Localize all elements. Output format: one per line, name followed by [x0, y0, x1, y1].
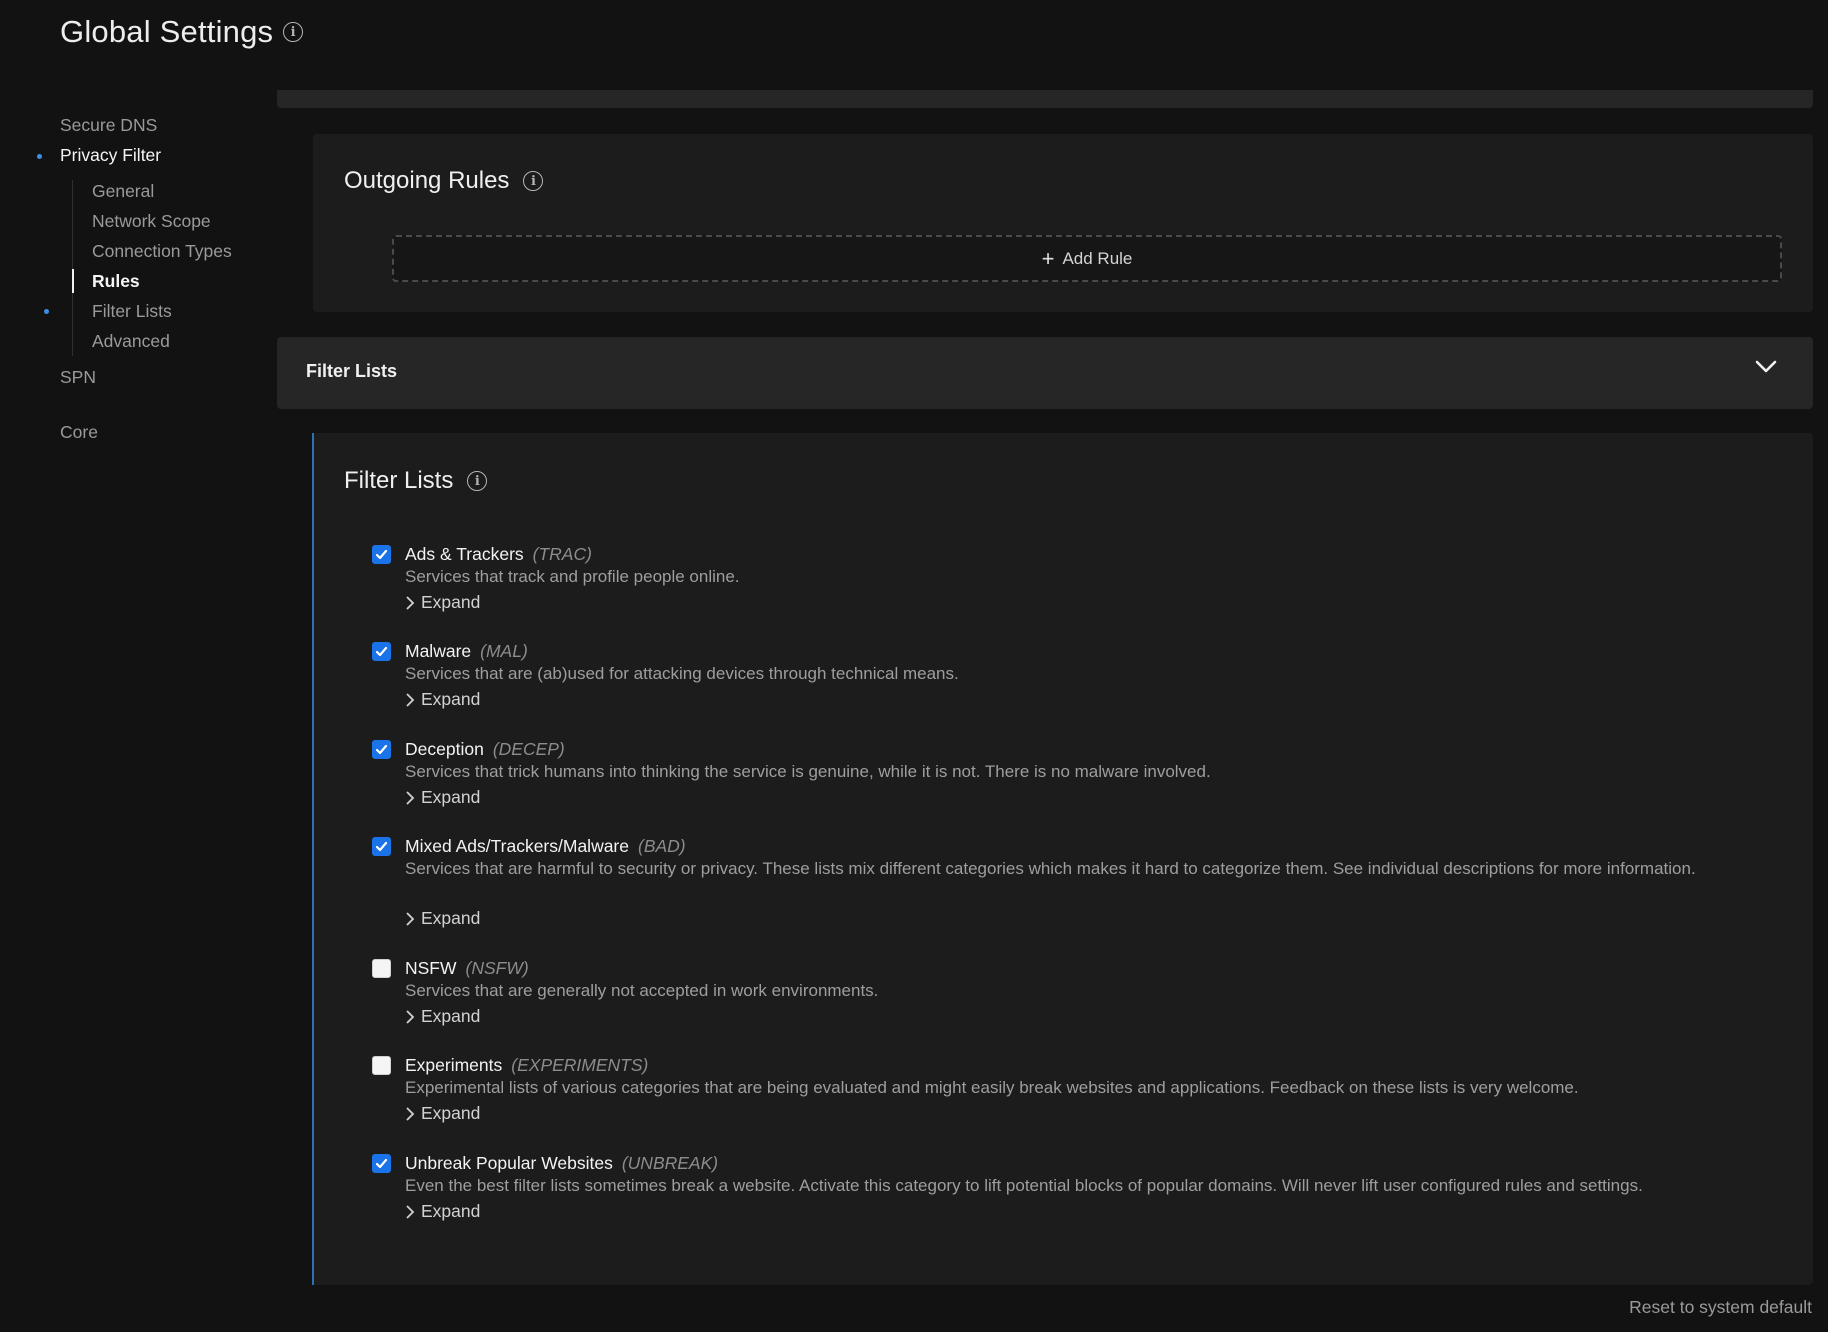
expand-label: Expand [421, 1006, 481, 1026]
filter-list-code: (NSFW) [465, 958, 529, 978]
filter-lists-title-text: Filter Lists [344, 467, 454, 494]
sidebar-subitem-advanced[interactable]: Advanced [92, 331, 170, 352]
filter-list-checkbox[interactable] [372, 642, 391, 661]
outgoing-rules-title-text: Outgoing Rules [344, 167, 510, 194]
filter-list-code: (MAL) [480, 641, 528, 661]
expand-toggle[interactable]: Expand [405, 1103, 480, 1124]
info-icon[interactable]: i [467, 471, 488, 491]
filter-lists-accordion[interactable]: Filter Lists [277, 337, 1813, 409]
chevron-right-icon [406, 1009, 415, 1024]
expand-label: Expand [421, 1103, 481, 1123]
filter-list-name-row: Experiments (EXPERIMENTS) [405, 1055, 648, 1076]
filter-list-name: Deception [405, 739, 484, 759]
add-rule-label: Add Rule [1062, 248, 1133, 268]
sidebar-subitem-connection-types[interactable]: Connection Types [92, 241, 232, 262]
expand-toggle[interactable]: Expand [405, 1201, 480, 1222]
section-highlight-border [312, 433, 314, 1285]
expand-label: Expand [421, 689, 481, 709]
sidebar-subitem-filter-lists[interactable]: Filter Lists [92, 301, 172, 322]
filter-list-name-row: Ads & Trackers (TRAC) [405, 544, 592, 565]
expand-label: Expand [421, 1201, 481, 1221]
reset-to-default-button[interactable]: Reset to system default [1629, 1297, 1812, 1318]
filter-list-description: Services that trick humans into thinking… [405, 762, 1211, 781]
expand-toggle[interactable]: Expand [405, 908, 480, 929]
filter-list-description: Services that are harmful to security or… [405, 859, 1696, 878]
filter-list-description: Services that are generally not accepted… [405, 981, 879, 1000]
checkmark-icon [375, 744, 388, 755]
chevron-right-icon [406, 692, 415, 707]
filter-list-checkbox[interactable] [372, 837, 391, 856]
previous-section-footer [277, 90, 1813, 108]
filter-list-description: Services that are (ab)used for attacking… [405, 664, 959, 683]
subnav-divider [72, 180, 73, 356]
filter-list-name: NSFW [405, 958, 457, 978]
chevron-right-icon [406, 595, 415, 610]
sidebar-item-spn[interactable]: SPN [60, 367, 96, 388]
filter-list-name-row: Mixed Ads/Trackers/Malware (BAD) [405, 836, 686, 857]
sidebar-subitem-network-scope[interactable]: Network Scope [92, 211, 211, 232]
global-settings-page: Global Settings i Secure DNS Privacy Fil… [0, 0, 1828, 1332]
filter-list-checkbox[interactable] [372, 1056, 391, 1075]
outgoing-rules-title: Outgoing Rules i [344, 167, 544, 195]
chevron-right-icon [406, 1106, 415, 1121]
filter-list-code: (BAD) [638, 836, 686, 856]
expand-label: Expand [421, 908, 481, 928]
sidebar-subitem-rules[interactable]: Rules [92, 271, 140, 292]
info-icon[interactable]: i [523, 171, 544, 191]
filter-list-name: Experiments [405, 1055, 503, 1075]
expand-toggle[interactable]: Expand [405, 787, 480, 808]
filter-list-code: (UNBREAK) [621, 1153, 719, 1173]
filter-list-name-row: NSFW (NSFW) [405, 958, 529, 979]
subnav-active-indicator [72, 269, 74, 293]
chevron-right-icon [406, 911, 415, 926]
filter-list-description: Services that track and profile people o… [405, 567, 740, 586]
filter-list-checkbox[interactable] [372, 545, 391, 564]
filter-list-name: Malware [405, 641, 472, 661]
filter-list-name: Ads & Trackers [405, 544, 524, 564]
plus-icon: + [1041, 245, 1055, 271]
sidebar-item-core[interactable]: Core [60, 422, 98, 443]
sidebar-item-privacy-filter[interactable]: Privacy Filter [60, 145, 161, 166]
checkmark-icon [375, 841, 388, 852]
expand-toggle[interactable]: Expand [405, 1006, 480, 1027]
filter-lists-dot-icon [44, 309, 49, 314]
filter-list-name-row: Deception (DECEP) [405, 739, 565, 760]
filter-list-name-row: Malware (MAL) [405, 641, 528, 662]
filter-lists-title: Filter Lists i [344, 467, 488, 495]
add-rule-button[interactable]: + Add Rule [392, 235, 1782, 282]
checkmark-icon [375, 646, 388, 657]
filter-list-description: Experimental lists of various categories… [405, 1078, 1579, 1097]
expand-toggle[interactable]: Expand [405, 592, 480, 613]
accordion-label: Filter Lists [306, 361, 398, 381]
chevron-down-icon[interactable] [1755, 355, 1777, 377]
sidebar-item-secure-dns[interactable]: Secure DNS [60, 115, 157, 136]
chevron-right-icon [406, 1204, 415, 1219]
filter-list-checkbox[interactable] [372, 959, 391, 978]
page-title-text: Global Settings [60, 14, 274, 49]
checkmark-icon [375, 549, 388, 560]
expand-label: Expand [421, 787, 481, 807]
expand-label: Expand [421, 592, 481, 612]
filter-list-description: Even the best filter lists sometimes bre… [405, 1176, 1643, 1195]
filter-list-code: (EXPERIMENTS) [511, 1055, 649, 1075]
chevron-right-icon [406, 790, 415, 805]
filter-list-name-row: Unbreak Popular Websites (UNBREAK) [405, 1153, 718, 1174]
filter-list-checkbox[interactable] [372, 740, 391, 759]
filter-list-checkbox[interactable] [372, 1154, 391, 1173]
active-dot-icon [37, 154, 42, 159]
expand-toggle[interactable]: Expand [405, 689, 480, 710]
page-title: Global Settings i [60, 14, 304, 50]
checkmark-icon [375, 1158, 388, 1169]
filter-list-name: Unbreak Popular Websites [405, 1153, 613, 1173]
info-icon[interactable]: i [283, 22, 304, 42]
filter-list-code: (TRAC) [532, 544, 592, 564]
filter-list-code: (DECEP) [492, 739, 565, 759]
filter-list-name: Mixed Ads/Trackers/Malware [405, 836, 629, 856]
outgoing-rules-card [313, 134, 1813, 312]
sidebar-subitem-general[interactable]: General [92, 181, 154, 202]
